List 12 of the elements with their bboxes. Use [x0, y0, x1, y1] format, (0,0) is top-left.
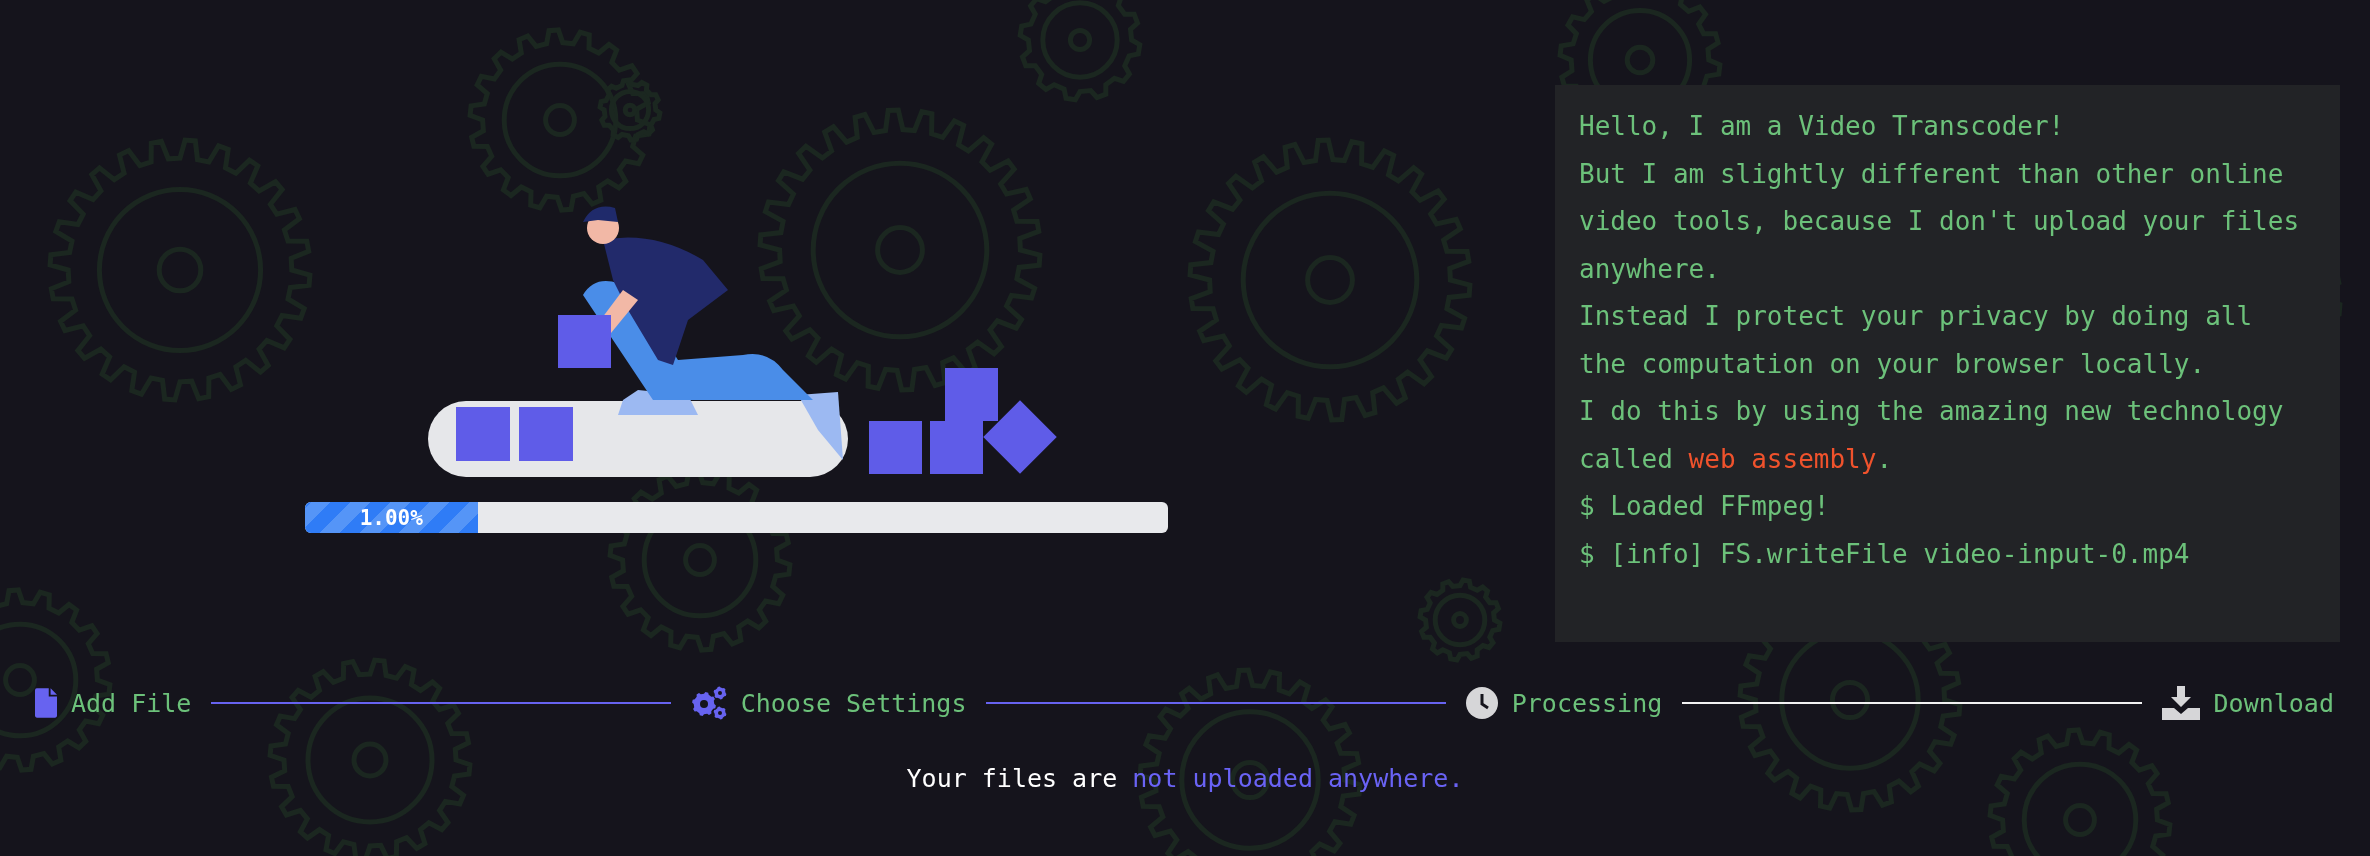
- progress-percent: 1.00%: [359, 505, 423, 530]
- console-message: Instead I protect your privacy by doing all the computation on your browser locally.: [1579, 300, 2254, 381]
- step-label: Add File: [71, 688, 192, 718]
- step-label: Choose Settings: [740, 688, 967, 718]
- console-message: $ [info] FS.writeFile video-input-0.mp4: [1579, 537, 2191, 571]
- privacy-note: Your files are not uploaded anywhere.: [905, 764, 1465, 793]
- console-message: I do this by using the amazing new technology called web assembly.: [1579, 395, 2285, 476]
- step-label: Processing: [1511, 688, 1663, 718]
- step-label: Download: [2213, 688, 2334, 718]
- console-message: $ Loaded FFmpeg!: [1579, 490, 1831, 523]
- console-message: But I am slightly different than other online video tools, because I don't upload your files anywhere.: [1579, 157, 2301, 286]
- console-message: Hello, I am a Video Transcoder!: [1579, 110, 2066, 143]
